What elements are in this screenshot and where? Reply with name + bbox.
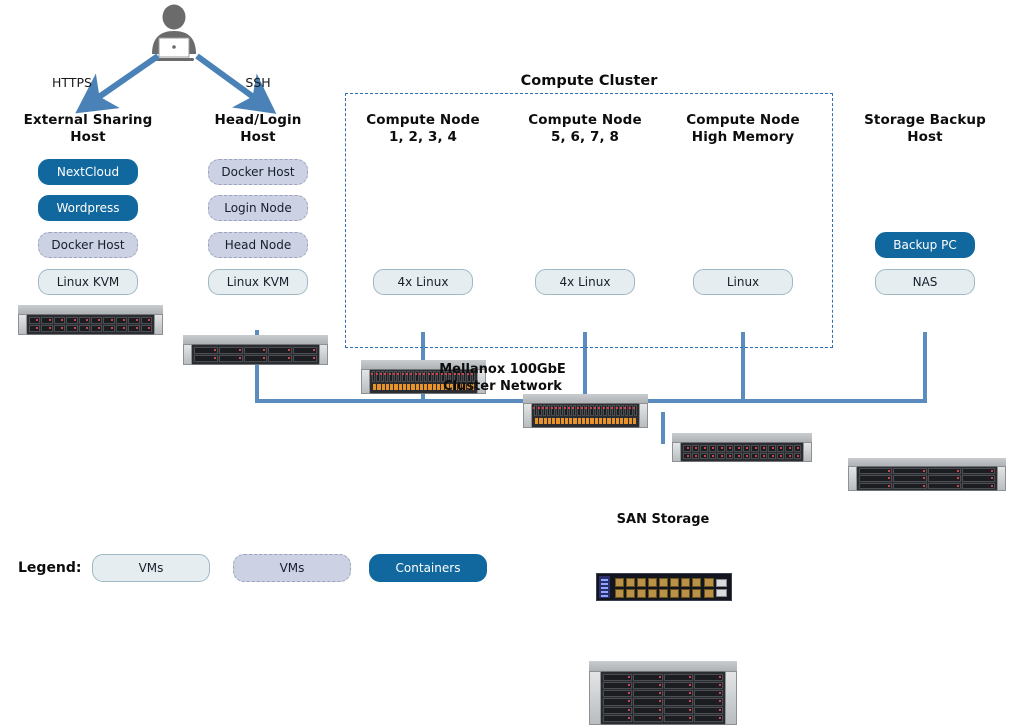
pill-docker-host-external[interactable]: Docker Host xyxy=(38,232,138,258)
external-sharing-host-server-icon xyxy=(18,305,163,335)
legend-item-vms-solid: VMs xyxy=(92,554,210,582)
title-line-2: High Memory xyxy=(691,129,795,145)
network-label-line-1: Mellanox 100GbE xyxy=(439,362,566,377)
head-login-host-server-icon xyxy=(183,335,328,365)
title-line-1: External Sharing xyxy=(23,112,153,128)
title-line-2: Host xyxy=(70,129,106,145)
pill-backup-pc[interactable]: Backup PC xyxy=(875,232,975,258)
title-line-2: Host xyxy=(907,129,943,145)
compute-node-1-4-title: Compute Node 1, 2, 3, 4 xyxy=(343,112,503,146)
title-line-1: Compute Node xyxy=(528,112,642,128)
pill-linux-high-memory[interactable]: Linux xyxy=(693,269,793,295)
pill-4x-linux-1-4[interactable]: 4x Linux xyxy=(373,269,473,295)
external-sharing-host-title: External Sharing Host xyxy=(8,112,168,146)
compute-node-5-8-server-icon xyxy=(523,394,648,428)
title-line-1: Compute Node xyxy=(686,112,800,128)
pill-wordpress[interactable]: Wordpress xyxy=(38,195,138,221)
san-storage-icon xyxy=(589,661,737,725)
wire-bus-to-switch xyxy=(661,399,665,403)
title-line-1: Compute Node xyxy=(366,112,480,128)
https-link-label: HTTPS xyxy=(52,75,92,90)
wire-switch-to-san xyxy=(661,412,665,444)
head-login-host-title: Head/Login Host xyxy=(178,112,338,146)
legend-item-containers: Containers xyxy=(369,554,487,582)
network-switch-icon xyxy=(596,573,732,601)
pill-nas[interactable]: NAS xyxy=(875,269,975,295)
ssh-link-label: SSH xyxy=(245,75,271,90)
pill-login-node[interactable]: Login Node xyxy=(208,195,308,221)
storage-backup-host-title: Storage Backup Host xyxy=(845,112,1005,146)
compute-node-high-memory-title: Compute Node High Memory xyxy=(663,112,823,146)
pill-docker-host-head[interactable]: Docker Host xyxy=(208,159,308,185)
title-line-1: Storage Backup xyxy=(864,112,986,128)
compute-node-5-8-title: Compute Node 5, 6, 7, 8 xyxy=(505,112,665,146)
san-storage-label: SAN Storage xyxy=(616,512,710,527)
pill-linux-kvm-head[interactable]: Linux KVM xyxy=(208,269,308,295)
pill-4x-linux-5-8[interactable]: 4x Linux xyxy=(535,269,635,295)
network-label-line-2: Cluster Network xyxy=(443,379,562,394)
title-line-2: 1, 2, 3, 4 xyxy=(388,129,458,145)
cluster-network-label: Mellanox 100GbE Cluster Network xyxy=(415,361,590,395)
pill-linux-kvm-external[interactable]: Linux KVM xyxy=(38,269,138,295)
title-line-1: Head/Login xyxy=(214,112,302,128)
compute-node-high-memory-server-icon xyxy=(672,433,812,462)
legend-label: Legend: xyxy=(18,560,82,576)
title-line-2: Host xyxy=(240,129,276,145)
pill-head-node[interactable]: Head Node xyxy=(208,232,308,258)
title-line-2: 5, 6, 7, 8 xyxy=(550,129,620,145)
legend-item-vms-dashed: VMs xyxy=(233,554,351,582)
pill-nextcloud[interactable]: NextCloud xyxy=(38,159,138,185)
compute-cluster-title: Compute Cluster xyxy=(520,73,658,89)
wire-storage-backup-to-bus xyxy=(923,332,927,403)
storage-backup-host-server-icon xyxy=(848,458,1006,491)
